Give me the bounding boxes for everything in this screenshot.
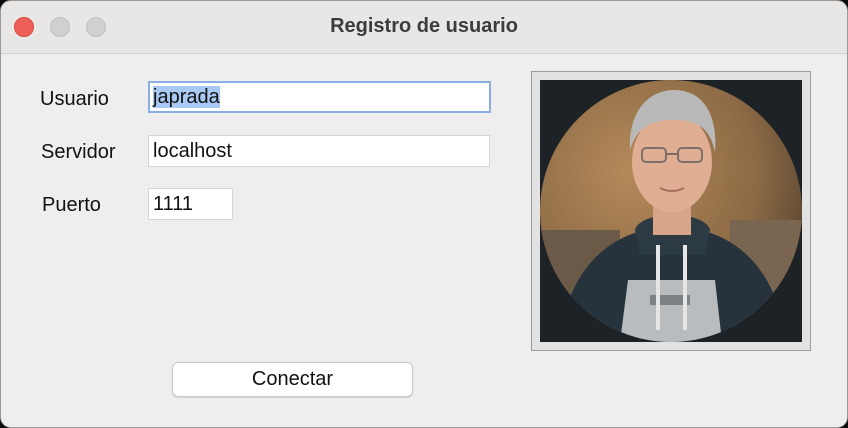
user-input[interactable]: japrada bbox=[148, 81, 491, 113]
server-label: Servidor bbox=[41, 141, 116, 163]
window-title: Registro de usuario bbox=[330, 15, 518, 37]
form-panel: Usuario japrada Servidor localhost Puert… bbox=[1, 54, 847, 427]
server-input-value: localhost bbox=[153, 140, 232, 162]
user-input-value: japrada bbox=[153, 86, 220, 108]
port-input[interactable]: 1111 bbox=[148, 188, 233, 220]
registration-window: Registro de usuario Usuario japrada Serv… bbox=[0, 0, 848, 428]
avatar bbox=[540, 80, 802, 342]
user-label: Usuario bbox=[40, 88, 109, 110]
user-avatar-photo-icon bbox=[540, 80, 802, 342]
port-label: Puerto bbox=[42, 194, 101, 216]
title-bar[interactable]: Registro de usuario bbox=[1, 1, 847, 54]
connect-button[interactable]: Conectar bbox=[172, 362, 413, 397]
server-input[interactable]: localhost bbox=[148, 135, 490, 167]
avatar-frame bbox=[531, 71, 811, 351]
port-input-value: 1111 bbox=[153, 193, 194, 215]
